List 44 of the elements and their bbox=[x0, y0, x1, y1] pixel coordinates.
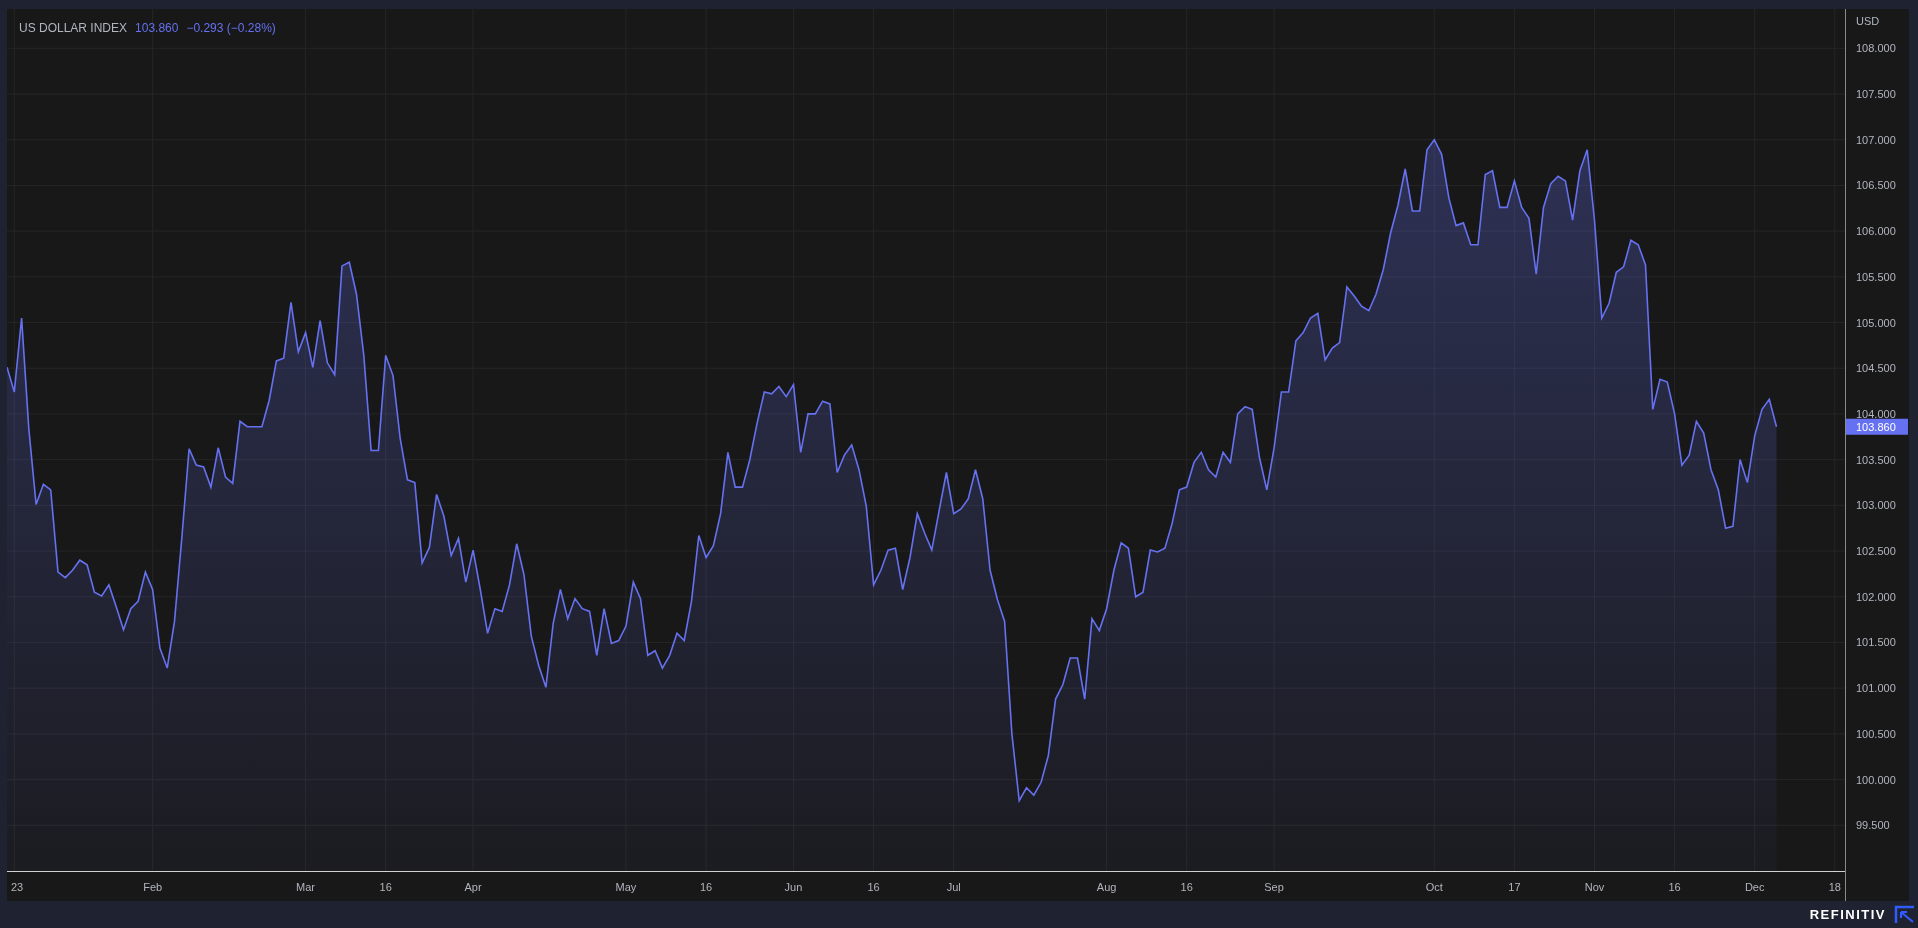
x-axis-label: 16 bbox=[1180, 881, 1193, 893]
y-axis-label: 104.500 bbox=[1856, 362, 1896, 375]
x-axis-label: 17 bbox=[1508, 881, 1521, 893]
y-axis-label: 106.500 bbox=[1856, 179, 1896, 192]
x-axis-label: 16 bbox=[379, 881, 392, 893]
y-axis-label: 103.000 bbox=[1856, 499, 1896, 512]
x-axis-label: Mar bbox=[296, 881, 316, 893]
x-axis-label: Nov bbox=[1584, 881, 1605, 893]
y-axis-label: 105.000 bbox=[1856, 316, 1896, 329]
y-axis-label: 106.000 bbox=[1856, 225, 1896, 238]
y-axis-label: 101.500 bbox=[1856, 636, 1896, 649]
brand-wordmark: REFINITIV bbox=[1809, 905, 1886, 924]
x-axis-label: Jun bbox=[784, 881, 803, 893]
axis-unit-label: USD bbox=[1856, 15, 1880, 27]
x-axis-label: 23 bbox=[10, 881, 24, 893]
x-axis-label: Oct bbox=[1425, 881, 1443, 893]
x-axis-label: Apr bbox=[464, 881, 482, 893]
y-axis-label: 102.000 bbox=[1856, 590, 1896, 603]
y-axis-label: 105.500 bbox=[1856, 270, 1896, 283]
x-axis-label: Sep bbox=[1264, 881, 1284, 893]
x-axis-label: 16 bbox=[699, 881, 713, 893]
y-axis-label: 99.500 bbox=[1856, 819, 1890, 832]
x-axis-label: Aug bbox=[1096, 881, 1117, 893]
x-axis-label: 18 bbox=[1828, 881, 1841, 893]
y-axis-label: 101.000 bbox=[1856, 682, 1896, 695]
y-axis-label: 100.000 bbox=[1856, 773, 1896, 786]
x-axis-label: May bbox=[615, 881, 637, 893]
y-axis-label: 107.500 bbox=[1856, 88, 1896, 100]
instrument-title: US DOLLAR INDEX bbox=[19, 22, 128, 34]
y-axis-label: 100.500 bbox=[1856, 727, 1896, 740]
price-change: −0.293 (−0.28%) bbox=[186, 22, 276, 34]
x-axis-label: Jul bbox=[946, 881, 961, 893]
x-axis-label: 16 bbox=[867, 881, 880, 893]
price-tag: 103.860 bbox=[1846, 418, 1908, 435]
y-axis-label: 108.000 bbox=[1856, 42, 1896, 55]
brand-logo-icon bbox=[1894, 904, 1916, 925]
x-axis-label: Dec bbox=[1744, 881, 1765, 893]
last-value: 103.860 bbox=[135, 22, 179, 34]
x-axis-label: Feb bbox=[143, 881, 163, 893]
x-axis-label: 16 bbox=[1668, 881, 1681, 893]
y-axis-label: 103.500 bbox=[1856, 453, 1896, 466]
y-axis-label: 104.000 bbox=[1856, 407, 1896, 420]
y-axis-label: 102.500 bbox=[1856, 545, 1896, 558]
y-axis-label: 107.000 bbox=[1856, 133, 1896, 146]
